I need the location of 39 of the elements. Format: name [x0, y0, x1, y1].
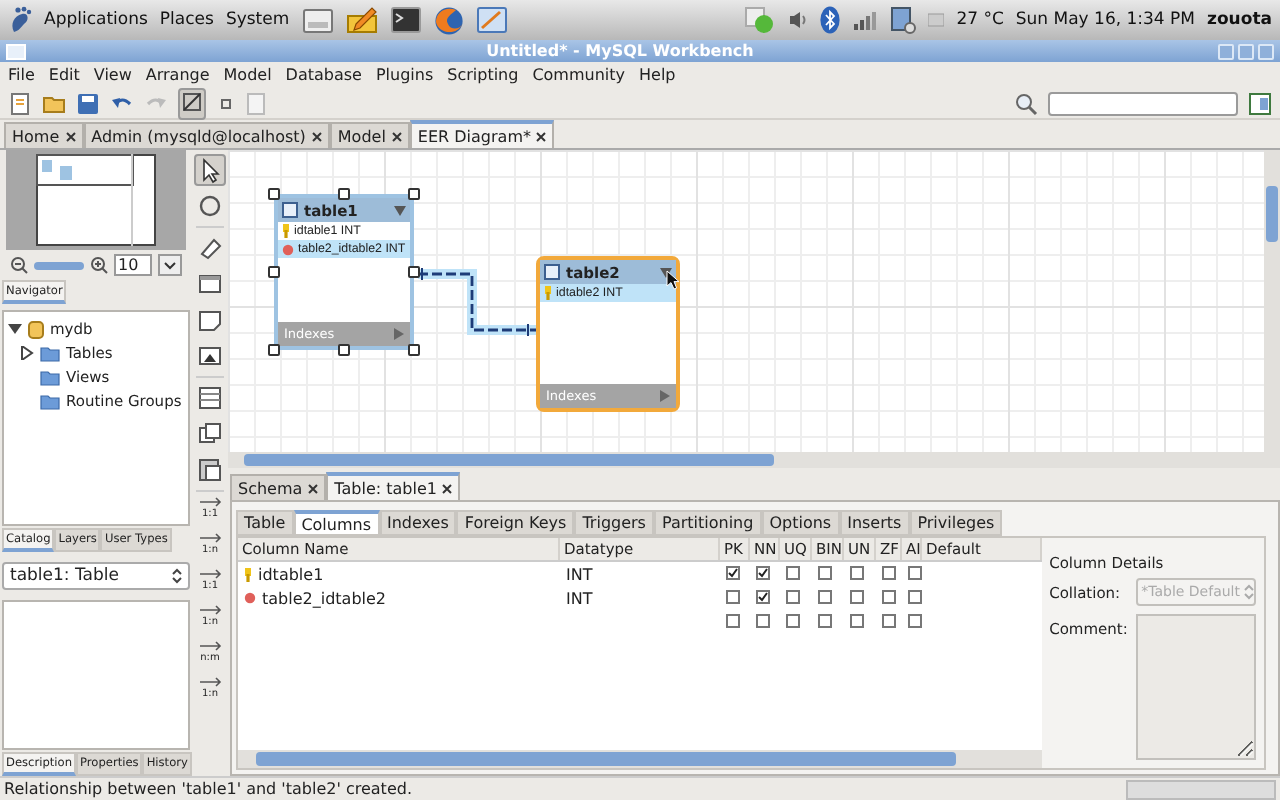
tab[interactable]: Partitioning [653, 510, 762, 536]
menu-item[interactable]: View [93, 66, 132, 84]
tab[interactable]: EER Diagram* [409, 120, 555, 148]
menu-item[interactable]: Arrange [145, 66, 210, 84]
menu-item[interactable]: Edit [48, 66, 80, 84]
tab[interactable]: Schema [230, 474, 327, 500]
tab[interactable]: Admin (mysqld@localhost) [83, 122, 330, 148]
tab[interactable]: Triggers [574, 510, 654, 536]
tab[interactable]: Foreign Keys [456, 510, 575, 536]
tab[interactable]: Home [4, 122, 84, 148]
menu-item[interactable]: Scripting [447, 66, 519, 84]
tab[interactable]: Table: table1 [326, 472, 461, 500]
tab[interactable]: Options [761, 510, 840, 536]
table-cell: idtable1 [258, 565, 324, 583]
tab[interactable]: Inserts [839, 510, 910, 536]
clock[interactable]: Sun May 16, 1:34 PM [1015, 10, 1196, 30]
panel-menu[interactable]: System [225, 10, 290, 30]
panel-menu[interactable]: Applications [44, 10, 148, 30]
zoom-field[interactable]: 10 [114, 254, 153, 277]
tab[interactable]: Indexes [379, 510, 457, 536]
menu-item[interactable]: Community [532, 66, 626, 84]
object-dropdown[interactable]: table1: Table [2, 562, 190, 591]
tab[interactable]: Columns [293, 510, 379, 536]
menu-item[interactable]: File [8, 66, 35, 84]
menu-item[interactable]: Help [639, 66, 676, 84]
table-cell: INT [566, 565, 593, 583]
tab[interactable]: Table [236, 510, 294, 536]
menu-item[interactable]: Plugins [375, 66, 434, 84]
status-message: Relationship between 'table1' and 'table2' created. [4, 780, 412, 798]
tab[interactable]: Privileges [909, 510, 1003, 536]
window-title: Untitled* - MySQL Workbench [484, 42, 756, 60]
user-name[interactable]: zouota [1207, 10, 1272, 30]
tab[interactable]: Model [329, 122, 410, 148]
menu-item[interactable]: Database [285, 66, 362, 84]
temperature[interactable]: 27 °C [956, 10, 1004, 30]
table-cell: INT [566, 589, 593, 607]
menu-item[interactable]: Model [223, 66, 272, 84]
panel-menu[interactable]: Places [159, 10, 214, 30]
table-cell: table2_idtable2 [262, 589, 387, 607]
